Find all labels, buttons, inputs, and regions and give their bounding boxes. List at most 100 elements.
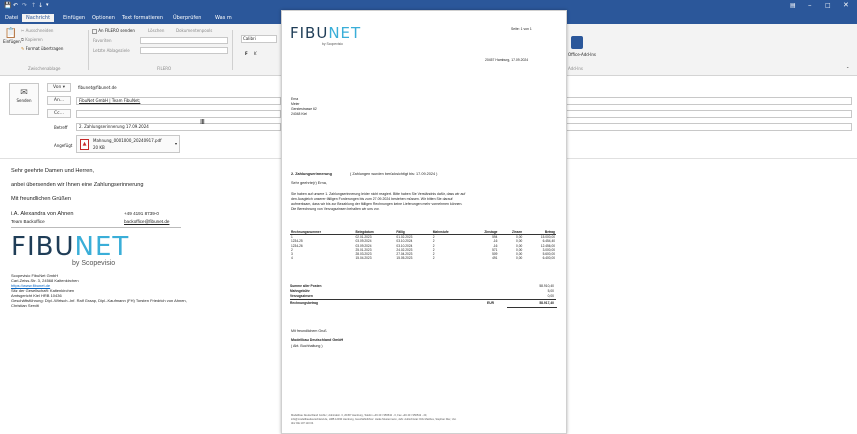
document-footer-3: Idnr DE 107 110 04 <box>291 422 314 425</box>
company-name: Modellbau Deutschland GmbH <box>291 338 344 342</box>
tab-options[interactable]: Optionen <box>92 15 115 21</box>
send-to-filero-button[interactable]: An FILERO senden <box>92 28 135 34</box>
total-value: 58.917,40 <box>539 301 554 305</box>
pdf-icon: ▲ <box>80 139 89 150</box>
closing: Mit freundlichem Gruß <box>291 329 327 333</box>
close-icon[interactable]: ✕ <box>843 1 849 9</box>
pdf-preview-page: FIBUNET by Scopevisio Seite: 1 von 1 204… <box>281 10 567 434</box>
cut-button[interactable]: ✂ Ausschneiden <box>21 28 53 33</box>
attachment-size: 20 KB <box>93 145 105 150</box>
tab-tell-me[interactable]: Was m <box>215 15 232 21</box>
total-divider <box>290 299 556 300</box>
attachment-chip[interactable]: ▲ Mahnung_0001000_20240917.pdf 20 KB ▾ <box>76 135 180 153</box>
subject-field[interactable]: 2. Zahlungserinnerung 17.09.2024 <box>76 123 281 131</box>
document-logo-sub: by Scopevisio <box>322 42 343 46</box>
address-line-3: Gerstestrasse 62 <box>291 107 317 111</box>
signature-divider <box>11 227 181 228</box>
office-addins-button[interactable]: Office-Add-Ins <box>568 52 596 57</box>
table-cell: 4 <box>291 256 293 261</box>
cc-field[interactable] <box>76 110 281 118</box>
cut-label: Ausschneiden <box>25 28 54 33</box>
chevron-down-icon[interactable]: ▾ <box>175 141 177 146</box>
table-cell: 15.05.2023 <box>396 256 413 261</box>
save-icon[interactable]: 💾 <box>4 2 11 9</box>
tab-review[interactable]: Überprüfen <box>173 15 201 21</box>
filero-group-label: FILERO <box>157 66 172 71</box>
signature-logo-sub: by Scopevisio <box>72 260 116 267</box>
from-value: fibunet@fibunet.de <box>78 85 117 90</box>
format-painter-button[interactable]: ✎ Format übertragen <box>21 46 63 51</box>
down-arrow-icon[interactable]: ↓ <box>38 2 43 9</box>
sum-label: Summe aller Posten <box>290 284 322 288</box>
scissors-icon: ✂ <box>21 28 25 33</box>
copy-label: Kopieren <box>25 37 43 42</box>
last-storage-label: Letzte Ablageziele <box>93 48 130 53</box>
signature-email-link[interactable]: backoffice@fibunet.de <box>124 219 169 224</box>
customize-icon[interactable]: ▾ <box>46 2 49 8</box>
format-painter-label: Format übertragen <box>25 46 64 51</box>
collapse-ribbon-icon[interactable]: ⌃ <box>846 66 849 71</box>
tab-format-text[interactable]: Text formatieren <box>122 15 163 21</box>
table-body: 1 02.01.2023 01.02.2023 2 594 0,00 15.000,00 12… <box>290 235 556 261</box>
paragraph-line-4: Die Berechnung von Verzugszinsen behalte… <box>291 207 380 211</box>
up-arrow-icon[interactable]: ↑ <box>31 2 36 9</box>
copy-button[interactable]: ⧉ Kopieren <box>21 37 43 42</box>
salutation: Sehr geehrte(r) Erna, <box>291 181 327 185</box>
last-storage-select[interactable] <box>140 47 228 54</box>
signature-name: i.A. Alexandra von Ahnen <box>11 211 74 217</box>
address-line-1: Erna <box>291 97 299 101</box>
table-cell: 15.04.2023 <box>355 256 372 261</box>
paste-button[interactable]: 📋 Einfügen <box>3 28 21 58</box>
redo-icon[interactable]: ↷ <box>22 2 27 9</box>
subject-label: Betreff <box>54 125 68 130</box>
tab-insert[interactable]: Einfügen <box>63 15 85 21</box>
place-date: 20457 Hamburg, 17.09.2024 <box>485 58 529 62</box>
attachment-name: Mahnung_0001000_20240917.pdf <box>93 138 162 143</box>
send-to-filero-label: An FILERO senden <box>98 28 135 33</box>
minimize-icon[interactable]: – <box>808 1 812 9</box>
table-cell: 6.400,00 <box>542 256 555 261</box>
document-logo: FIBUNET <box>290 24 362 42</box>
table-cell: 0,00 <box>516 256 523 261</box>
page-number: Seite: 1 von 1 <box>511 27 532 31</box>
bold-button[interactable]: F <box>245 51 248 56</box>
table-cell: 491 <box>492 256 498 261</box>
total-underline <box>507 307 557 308</box>
interest-value: 0,00 <box>547 294 554 298</box>
text-cursor-icon: Ⅲ <box>200 118 205 126</box>
paste-label: Einfügen <box>3 39 21 44</box>
body-line-2: Mit freundlichen Grüßen <box>11 196 72 202</box>
restore-icon[interactable]: □ <box>825 2 831 9</box>
to-field-continued[interactable] <box>566 97 852 105</box>
subject-field-continued[interactable] <box>566 123 852 131</box>
signature-phone: +49 4191 8739-0 <box>124 211 159 216</box>
signature-team: Team Backoffice <box>11 219 45 224</box>
office-addins-icon <box>571 36 583 49</box>
favorites-select[interactable] <box>140 37 228 44</box>
send-button[interactable]: ✉ Senden <box>9 83 39 115</box>
checkbox-icon <box>92 28 97 34</box>
document-pool-button[interactable]: Dokumentenpools <box>176 28 212 33</box>
cc-button[interactable]: Cc... <box>47 109 71 118</box>
favorites-label: Favoriten <box>93 38 112 43</box>
body-line-1: anbei übersenden wir Ihnen eine Zahlungs… <box>11 182 144 188</box>
ribbon-display-icon[interactable]: ▤ <box>790 2 796 9</box>
table-cell: 2 <box>432 256 435 261</box>
cc-field-continued[interactable] <box>566 110 852 118</box>
address-line-2: Meier <box>291 102 300 106</box>
to-field[interactable]: FibuNet GmbH | Team FibuNet; <box>76 97 281 105</box>
address-line-4: 24048 Kiel <box>291 112 308 116</box>
undo-icon[interactable]: ↶ <box>13 2 18 9</box>
document-title-note: ( Zahlungen wurden berücksichtigt bis: 1… <box>350 172 438 176</box>
font-name-select[interactable]: Calibri <box>241 35 277 43</box>
to-button[interactable]: An... <box>47 96 71 105</box>
footer-management-2: Christian Serviti <box>11 303 40 308</box>
from-label: Von <box>52 85 62 90</box>
italic-button[interactable]: K <box>254 51 257 56</box>
tab-message[interactable]: Nachricht <box>22 14 55 22</box>
tab-file[interactable]: Datei <box>5 15 18 21</box>
from-button[interactable]: Von ▾ <box>47 83 71 92</box>
delete-button[interactable]: Löschen <box>148 28 164 33</box>
addins-group-label: Add-Ins <box>568 66 583 71</box>
total-label: Rechnungsbetrag <box>290 301 319 305</box>
